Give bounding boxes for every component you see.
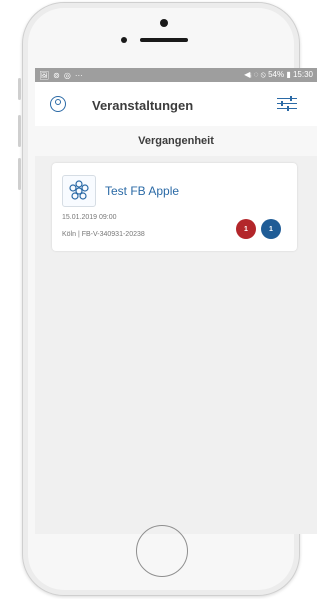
notification-icon: ⊚ <box>53 70 60 80</box>
status-bar: 🖼 ⊚ ◎ ··· ◀ᵢ ◌ ⦸ 54% ▮ 15:30 <box>35 68 317 82</box>
status-left-icons: 🖼 ⊚ ◎ ··· <box>39 71 83 80</box>
speaker-grill <box>140 38 188 42</box>
page-title: Veranstaltungen <box>92 98 194 113</box>
status-right-info: ◀ᵢ ◌ ⦸ 54% ▮ 15:30 <box>244 70 313 79</box>
sensor-dot <box>121 37 127 43</box>
home-button[interactable] <box>136 525 188 577</box>
event-datetime: 15.01.2019 09:00 <box>62 214 117 221</box>
side-button <box>18 78 21 100</box>
camera-icon <box>160 19 168 27</box>
status-badge-blue: 1 <box>261 219 281 239</box>
event-card[interactable]: Test FB Apple 15.01.2019 09:00 Köln | FB… <box>52 163 297 251</box>
side-button <box>18 115 21 147</box>
profile-icon[interactable] <box>50 96 66 112</box>
section-header: Vergangenheit <box>35 126 317 156</box>
notification-icon: ◎ <box>63 70 71 80</box>
more-notifications-icon: ··· <box>74 70 83 80</box>
event-logo-icon <box>62 175 96 207</box>
app-screen: 🖼 ⊚ ◎ ··· ◀ᵢ ◌ ⦸ 54% ▮ 15:30 Veranstaltu… <box>35 68 317 534</box>
event-title: Test FB Apple <box>105 184 180 198</box>
notification-icon: 🖼 <box>39 70 50 80</box>
status-badge-red: 1 <box>236 219 256 239</box>
filter-icon[interactable] <box>277 96 297 111</box>
event-location: Köln | FB-V-340931-20238 <box>62 231 145 238</box>
side-button <box>18 158 21 190</box>
app-header: Veranstaltungen <box>35 82 317 126</box>
